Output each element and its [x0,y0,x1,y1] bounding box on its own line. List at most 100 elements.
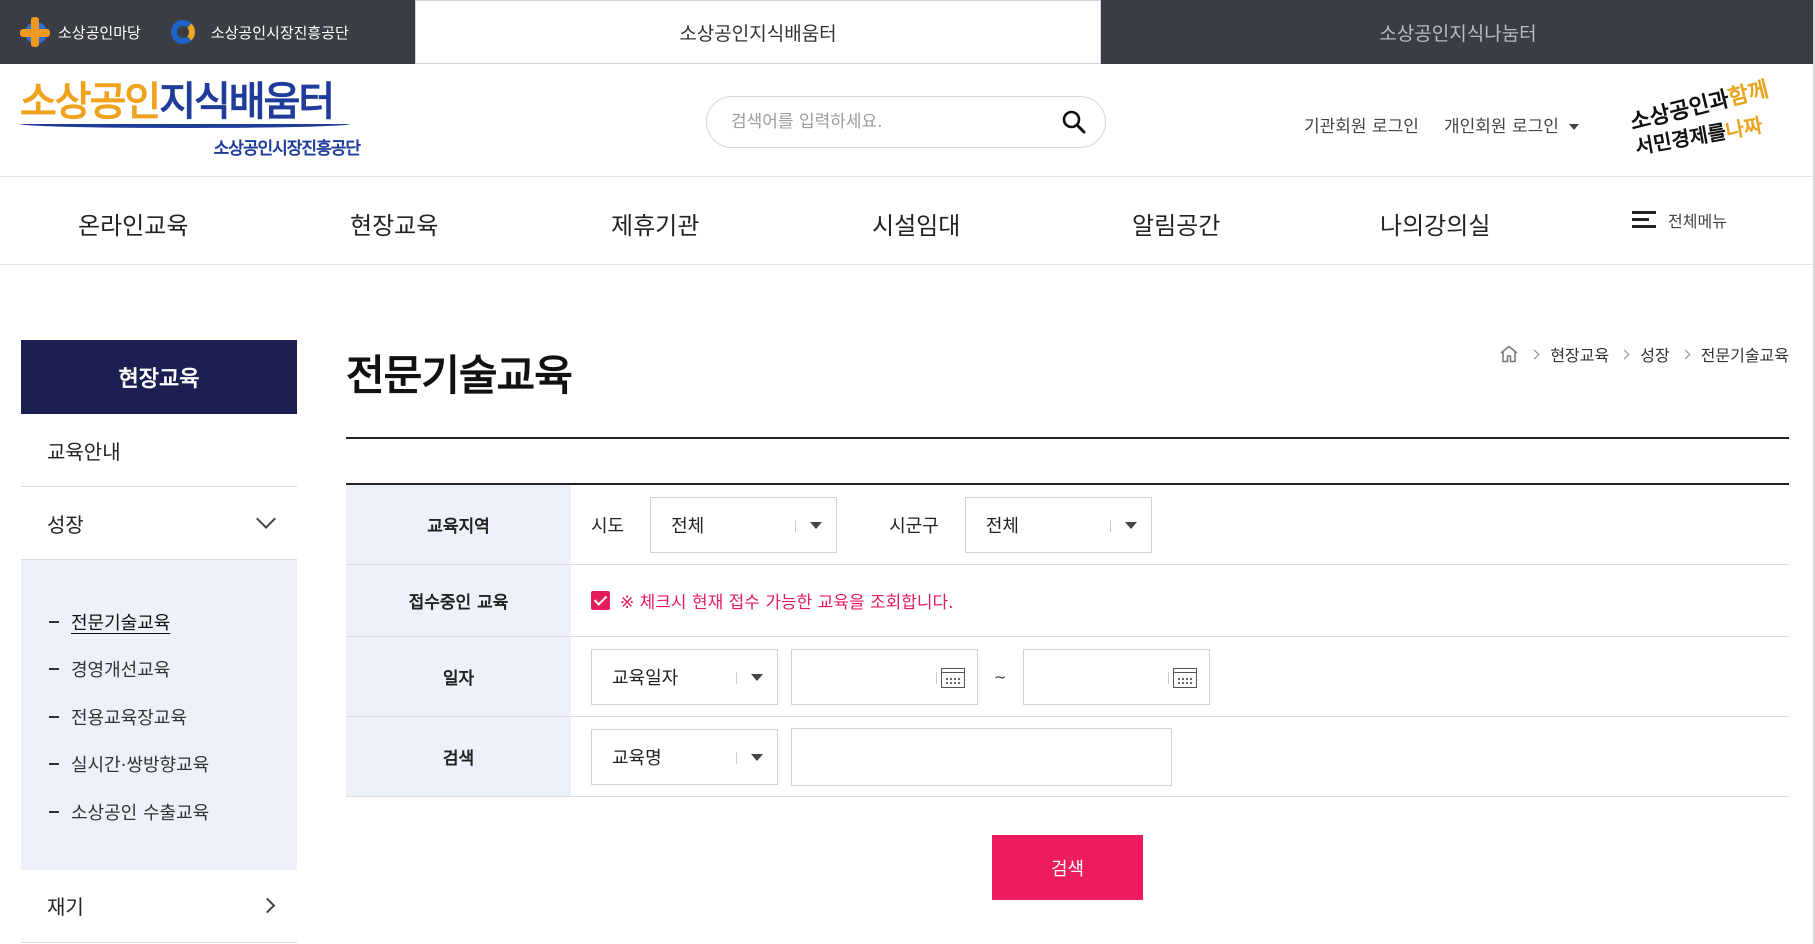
campaign-text-4: 나짜 [1723,112,1765,144]
date-range-separator: ~ [994,667,1007,686]
date-type-select[interactable]: 교육일자 [591,648,778,705]
field-label-region: 교육지역 [346,485,571,564]
chevron-down-icon [1124,521,1137,529]
breadcrumb-current: 전문기술교육 [1700,346,1789,365]
open-only-notice: ※ 체크시 현재 접수 가능한 교육을 조회합니다. [620,593,954,613]
sidebar-item-guide[interactable]: 교육안내 [21,414,297,487]
sidebar-item-label: 교육안내 [47,439,121,464]
top-site-bar: 소상공인마당 소상공인시장진흥공단 소상공인지식배움터 소상공인지식나눔터 [0,0,1815,64]
chevron-right-icon [1619,349,1630,359]
search-type-select[interactable]: 교육명 [591,728,778,785]
end-date-input[interactable] [1022,648,1210,705]
nav-my-classroom[interactable]: 나의강의실 [1380,206,1490,241]
breadcrumb-item[interactable]: 현장교육 [1550,342,1609,366]
nav-facility-rental[interactable]: 시설임대 [872,206,960,241]
semas-logo-icon [169,18,203,46]
field-date: 교육일자 ~ [571,637,1789,716]
sidebar-submenu: 전문기술교육 경영개선교육 전용교육장교육 실시간·쌍방향교육 소상공인 수출교… [21,560,297,870]
breadcrumb-item[interactable]: 성장 [1640,342,1669,366]
nav-onsite-education[interactable]: 현장교육 [350,206,438,241]
date-type-value: 교육일자 [612,667,679,689]
campaign-banner[interactable]: 소상공인과함께 서민경제를나짜 [1620,77,1772,160]
sidebar: 현장교육 교육안내 성장 전문기술교육 경영개선교육 전용교육장교육 실시간·쌍… [21,340,297,943]
dash-icon [49,763,59,766]
submenu-item-management-education[interactable]: 경영개선교육 [49,646,297,694]
dash-icon [49,810,59,813]
sido-select-value: 전체 [671,515,705,537]
sbiz-madang-logo-icon [20,17,50,47]
calendar-icon[interactable] [1172,667,1197,688]
submenu-item-realtime-education[interactable]: 실시간·쌍방향교육 [49,741,297,789]
calendar-icon[interactable] [941,667,965,688]
page-title: 전문기술교육 [346,351,573,400]
search-icon[interactable] [1061,109,1087,135]
submenu-item-label: 경영개선교육 [71,660,171,682]
field-region: 시도 전체 시군구 전체 [571,485,1789,564]
chevron-right-icon [1680,349,1691,359]
field-label-search: 검색 [346,717,571,796]
chevron-down-icon [810,521,823,529]
form-row-open: 접수중인 교육 ※ 체크시 현재 접수 가능한 교육을 조회합니다. [346,565,1789,637]
site-header: 소상공인지식배움터 소상공인시장진흥공단 기관회원 로그인 개인회원 로그인 소… [0,64,1815,177]
sido-label: 시도 [591,515,625,537]
title-divider [346,437,1789,439]
form-row-date: 일자 교육일자 ~ [346,637,1789,717]
home-icon[interactable] [1499,345,1519,363]
sidebar-item-label: 성장 [47,512,84,537]
personal-login-dropdown[interactable]: 개인회원 로그인 [1444,112,1579,137]
dash-icon [49,620,59,623]
sigungu-label: 시군구 [889,515,939,537]
sido-select[interactable]: 전체 [650,496,838,553]
search-input[interactable] [731,112,1051,132]
open-only-checkbox[interactable] [591,591,610,610]
tab-knowledge-sharing[interactable]: 소상공인지식나눔터 [1101,0,1815,64]
sidebar-item-restart[interactable]: 재기 [21,870,297,943]
nav-online-education[interactable]: 온라인교육 [78,206,188,241]
hamburger-icon [1632,211,1656,229]
site-logo-subtitle: 소상공인시장진흥공단 [213,139,361,159]
main-navigation: 온라인교육 현장교육 제휴기관 시설임대 알림공간 나의강의실 전체메뉴 [0,178,1815,265]
semas-link[interactable]: 소상공인시장진흥공단 [169,18,349,46]
search-submit-button[interactable]: 검색 [992,835,1143,900]
keyword-input[interactable] [791,727,1172,786]
chevron-right-icon [1529,349,1540,359]
family-site-links: 소상공인마당 소상공인시장진흥공단 [0,0,415,64]
chevron-down-icon [751,673,763,681]
tab-knowledge-learning[interactable]: 소상공인지식배움터 [415,0,1101,64]
form-row-search: 검색 교육명 [346,717,1789,797]
start-date-input[interactable] [791,648,978,705]
search-form: 교육지역 시도 전체 시군구 전체 접수중인 교육 ※ 체크시 현재 접수 가능… [346,483,1789,797]
dash-icon [49,715,59,718]
org-login-link[interactable]: 기관회원 로그인 [1304,112,1419,137]
field-search: 교육명 [571,717,1789,796]
campaign-text-2: 함께 [1725,77,1772,112]
nav-notice[interactable]: 알림공간 [1132,206,1220,241]
field-open: ※ 체크시 현재 접수 가능한 교육을 조회합니다. [571,565,1789,636]
chevron-down-icon [751,753,763,761]
caret-down-icon [1568,124,1579,130]
logo-swoosh [20,120,350,128]
sidebar-title: 현장교육 [21,340,297,414]
sbiz-madang-link[interactable]: 소상공인마당 [20,17,141,47]
all-menu-button[interactable]: 전체메뉴 [1632,208,1727,232]
sigungu-select-value: 전체 [985,515,1019,537]
chevron-right-icon [259,897,276,914]
submenu-item-tech-education[interactable]: 전문기술교육 [49,598,297,646]
global-search [706,96,1106,148]
field-label-date: 일자 [346,637,571,716]
personal-login-label: 개인회원 로그인 [1444,117,1559,137]
submenu-item-dedicated-venue-education[interactable]: 전용교육장교육 [49,693,297,741]
site-logo-text: 소상공인지식배움터 [20,79,335,125]
sbiz-madang-label: 소상공인마당 [58,23,141,42]
submenu-item-label: 전문기술교육 [71,612,171,634]
sigungu-select[interactable]: 전체 [964,496,1152,553]
all-menu-label: 전체메뉴 [1668,212,1727,231]
chevron-down-icon [256,509,276,529]
submenu-item-label: 소상공인 수출교육 [71,802,210,824]
submenu-item-export-education[interactable]: 소상공인 수출교육 [49,788,297,836]
site-logo[interactable]: 소상공인지식배움터 소상공인시장진흥공단 [20,79,361,160]
field-label-open: 접수중인 교육 [346,565,571,636]
nav-partners[interactable]: 제휴기관 [611,206,699,241]
sidebar-item-growth[interactable]: 성장 [21,487,297,560]
form-row-region: 교육지역 시도 전체 시군구 전체 [346,485,1789,565]
